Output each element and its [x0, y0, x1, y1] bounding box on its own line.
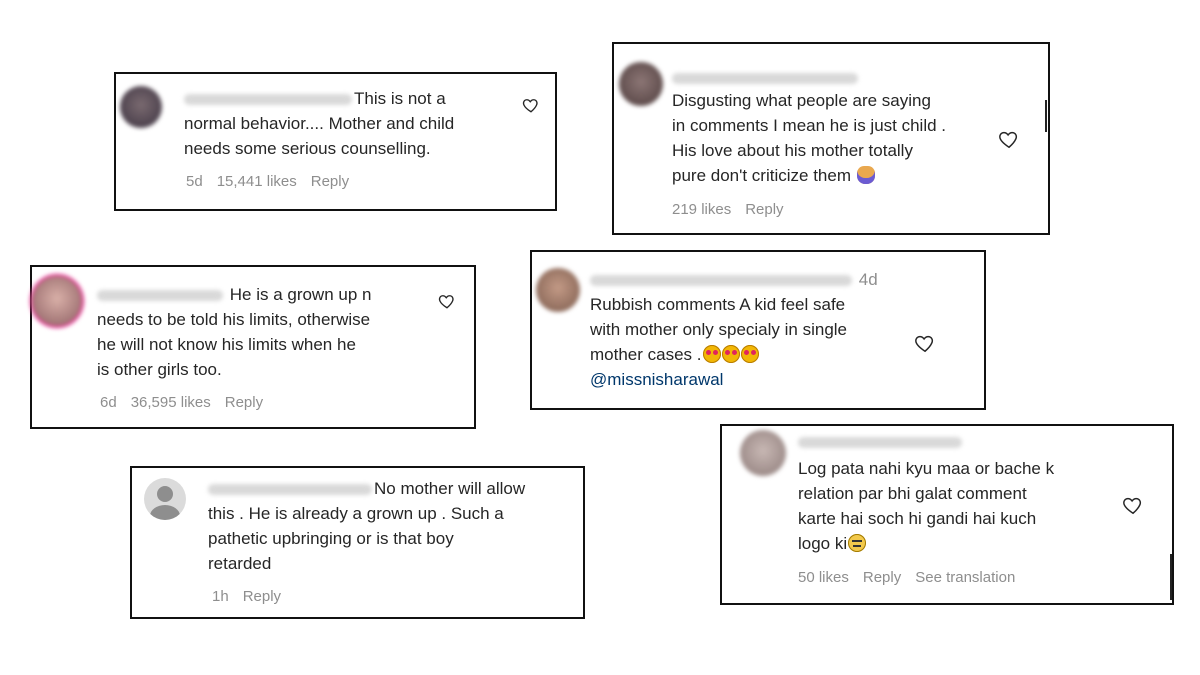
- expressionless-emoji-icon: [848, 534, 867, 552]
- comment-text: No mother will allow this . He is alread…: [208, 479, 526, 573]
- comment-age: 1h: [212, 588, 229, 605]
- username-blurred[interactable]: [672, 73, 858, 85]
- comment-meta: 5d 15,441 likes Reply: [186, 173, 363, 190]
- likes-count[interactable]: 50 likes: [798, 569, 849, 586]
- reply-link[interactable]: Reply: [863, 569, 901, 586]
- heart-eyes-emoji-icon: [721, 345, 740, 363]
- heart-eyes-emoji-icon: [740, 345, 759, 363]
- avatar[interactable]: [536, 268, 580, 312]
- comment-text: He is a grown up n needs to be told his …: [97, 285, 372, 379]
- comment-card-2: Disgusting what people are saying in com…: [612, 42, 1050, 235]
- comment-card-6: Log pata nahi kyu maa or bache k relatio…: [720, 424, 1174, 605]
- likes-count[interactable]: 36,595 likes: [131, 394, 211, 411]
- comment-meta: 6d 36,595 likes Reply: [100, 394, 277, 411]
- person-facepalming-emoji-icon: [856, 166, 875, 184]
- comment-age: 5d: [186, 173, 203, 190]
- username-blurred[interactable]: [184, 94, 352, 106]
- avatar[interactable]: [619, 62, 663, 106]
- avatar[interactable]: [32, 276, 82, 326]
- comment-text: This is not a normal behavior.... Mother…: [184, 89, 455, 158]
- comment-meta: 1h Reply: [212, 588, 295, 605]
- likes-count[interactable]: 15,441 likes: [217, 173, 297, 190]
- comment-card-3: He is a grown up n needs to be told his …: [30, 265, 476, 429]
- reply-link[interactable]: Reply: [745, 201, 783, 218]
- username-blurred[interactable]: [798, 437, 962, 449]
- comment-card-4: 4d Rubbish comments A kid feel safe with…: [530, 250, 986, 410]
- avatar[interactable]: [120, 86, 162, 128]
- comment-meta: 219 likes Reply: [672, 201, 798, 218]
- like-heart-icon[interactable]: [1122, 494, 1144, 516]
- comment-card-5: No mother will allow this . He is alread…: [130, 466, 585, 619]
- comment-text: Rubbish comments A kid feel safe with mo…: [590, 295, 848, 389]
- heart-eyes-emoji-icon: [702, 345, 721, 363]
- comment-age: 6d: [100, 394, 117, 411]
- username-blurred[interactable]: [208, 484, 372, 496]
- scrollbar[interactable]: [1045, 100, 1047, 132]
- scrollbar[interactable]: [1170, 554, 1172, 600]
- likes-count[interactable]: 219 likes: [672, 201, 731, 218]
- like-heart-icon[interactable]: [998, 128, 1020, 150]
- comment-text: Log pata nahi kyu maa or bache k relatio…: [798, 459, 1055, 553]
- like-heart-icon[interactable]: [522, 96, 540, 114]
- comment-age: 4d: [858, 270, 878, 289]
- comment-meta: 50 likes Reply See translation: [798, 569, 1029, 586]
- reply-link[interactable]: Reply: [225, 394, 263, 411]
- avatar[interactable]: [740, 430, 786, 476]
- like-heart-icon[interactable]: [438, 292, 456, 310]
- mention-link[interactable]: @missnisharawal: [590, 370, 723, 389]
- comment-card-1: This is not a normal behavior.... Mother…: [114, 72, 557, 211]
- username-blurred[interactable]: [590, 275, 852, 287]
- reply-link[interactable]: Reply: [243, 588, 281, 605]
- username-blurred[interactable]: [97, 290, 223, 302]
- reply-link[interactable]: Reply: [311, 173, 349, 190]
- comment-text: Disgusting what people are saying in com…: [672, 91, 947, 185]
- default-avatar-icon[interactable]: [144, 478, 186, 520]
- see-translation-link[interactable]: See translation: [915, 569, 1015, 586]
- like-heart-icon[interactable]: [914, 332, 936, 354]
